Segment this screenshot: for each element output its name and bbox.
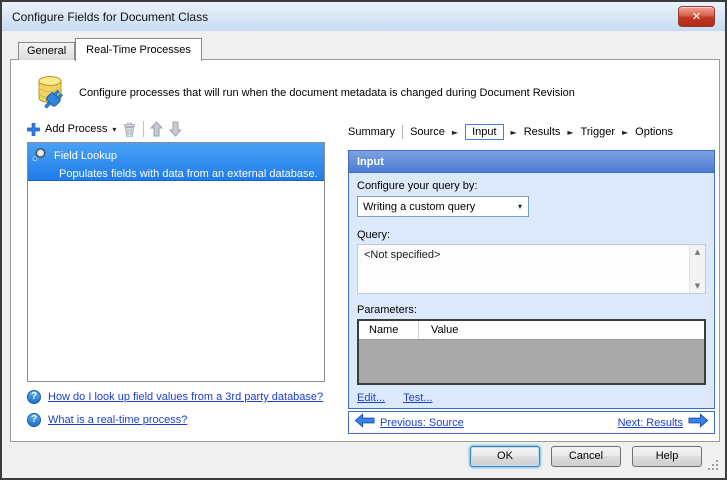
- real-time-processes-page: Configure processes that will run when t…: [10, 59, 720, 442]
- query-value: <Not specified>: [364, 249, 441, 261]
- help-link-what-is-realtime[interactable]: What is a real-time process?: [48, 414, 187, 426]
- help-link-lookup-3rd-party[interactable]: How do I look up field values from a 3rd…: [48, 391, 323, 403]
- parameters-table-header: Name Value: [359, 321, 704, 340]
- previous-source-link[interactable]: Previous: Source: [380, 417, 464, 429]
- process-toolbar: Add Process ▾: [27, 118, 183, 140]
- query-by-selected-value: Writing a custom query: [363, 200, 476, 213]
- list-item-field-lookup[interactable]: Field Lookup Populates fields with data …: [28, 143, 324, 181]
- breadcrumb-arrow-icon: ►: [510, 127, 517, 137]
- breadcrumb-summary[interactable]: Summary: [348, 126, 395, 138]
- breadcrumb-input-current[interactable]: Input: [465, 124, 504, 140]
- breadcrumb-options[interactable]: Options: [635, 126, 673, 138]
- titlebar[interactable]: Configure Fields for Document Class ✕: [2, 2, 725, 31]
- breadcrumb-trigger[interactable]: Trigger: [581, 126, 615, 138]
- parameters-label: Parameters:: [357, 304, 417, 316]
- query-label: Query:: [357, 229, 391, 241]
- ok-button[interactable]: OK: [470, 446, 540, 467]
- move-up-icon[interactable]: [150, 121, 164, 137]
- breadcrumb-source[interactable]: Source: [410, 126, 445, 138]
- step-breadcrumb: Summary Source ► Input ► Results ► Trigg…: [348, 121, 715, 143]
- query-scrollbar[interactable]: ▲ ▼: [689, 245, 705, 293]
- next-arrow-icon: [688, 412, 709, 433]
- query-by-label: Configure your query by:: [357, 180, 478, 192]
- breadcrumb-arrow-icon: ►: [451, 127, 459, 137]
- configure-fields-dialog: Configure Fields for Document Class ✕ Ge…: [0, 0, 727, 480]
- window-title: Configure Fields for Document Class: [12, 9, 209, 24]
- delete-process-icon[interactable]: [122, 121, 137, 137]
- cancel-button[interactable]: Cancel: [551, 446, 621, 467]
- next-results-link[interactable]: Next: Results: [618, 417, 683, 429]
- help-link-row-database: ? How do I look up field values from a 3…: [27, 390, 323, 404]
- edit-link[interactable]: Edit...: [357, 392, 385, 404]
- toolbar-separator: [143, 121, 145, 137]
- query-textbox[interactable]: <Not specified> ▲ ▼: [357, 244, 706, 294]
- breadcrumb-results[interactable]: Results: [524, 126, 561, 138]
- previous-nav[interactable]: Previous: Source: [354, 412, 464, 433]
- process-list: Field Lookup Populates fields with data …: [27, 142, 325, 382]
- test-link[interactable]: Test...: [403, 392, 432, 404]
- next-nav[interactable]: Next: Results: [618, 412, 709, 433]
- database-plug-icon: [34, 72, 72, 117]
- plus-icon: [27, 122, 40, 136]
- input-panel: Input Configure your query by: Writing a…: [348, 150, 715, 409]
- footer-buttons: OK Cancel Help: [470, 446, 702, 467]
- help-icon: ?: [27, 413, 41, 427]
- column-header-value[interactable]: Value: [419, 321, 704, 339]
- column-header-name[interactable]: Name: [359, 321, 419, 339]
- breadcrumb-arrow-icon: ►: [567, 127, 574, 137]
- intro-description: Configure processes that will run when t…: [79, 87, 575, 99]
- combo-dropdown-icon: ▾: [517, 202, 522, 211]
- process-description: Populates fields with data from an exter…: [59, 168, 318, 180]
- add-process-label: Add Process: [45, 123, 108, 135]
- input-panel-header: Input: [349, 151, 714, 173]
- help-link-row-realtime: ? What is a real-time process?: [27, 413, 187, 427]
- process-title: Field Lookup: [54, 150, 117, 162]
- step-navigation: Previous: Source Next: Results: [348, 411, 715, 434]
- previous-arrow-icon: [354, 412, 375, 433]
- parameter-actions: Edit... Test...: [357, 392, 706, 404]
- scroll-down-icon[interactable]: ▼: [695, 282, 700, 290]
- help-button[interactable]: Help: [632, 446, 702, 467]
- parameters-table-body[interactable]: [359, 340, 704, 383]
- help-icon: ?: [27, 390, 41, 404]
- add-process-button[interactable]: Add Process ▾: [27, 122, 117, 136]
- add-process-dropdown-icon: ▾: [112, 124, 117, 134]
- close-icon: ✕: [691, 10, 702, 23]
- tab-general[interactable]: General: [18, 42, 76, 60]
- breadcrumb-arrow-icon: ►: [621, 127, 629, 137]
- resize-grip[interactable]: [707, 460, 718, 471]
- scroll-up-icon[interactable]: ▲: [695, 248, 700, 256]
- parameters-table: Name Value: [357, 319, 706, 385]
- breadcrumb-separator: [402, 125, 404, 139]
- tab-real-time-processes[interactable]: Real-Time Processes: [75, 38, 202, 61]
- close-button[interactable]: ✕: [678, 6, 715, 27]
- field-lookup-icon: [32, 146, 49, 166]
- query-by-select[interactable]: Writing a custom query ▾: [357, 196, 529, 217]
- move-down-icon[interactable]: [169, 121, 183, 137]
- tabstrip: General Real-Time Processes: [18, 38, 202, 61]
